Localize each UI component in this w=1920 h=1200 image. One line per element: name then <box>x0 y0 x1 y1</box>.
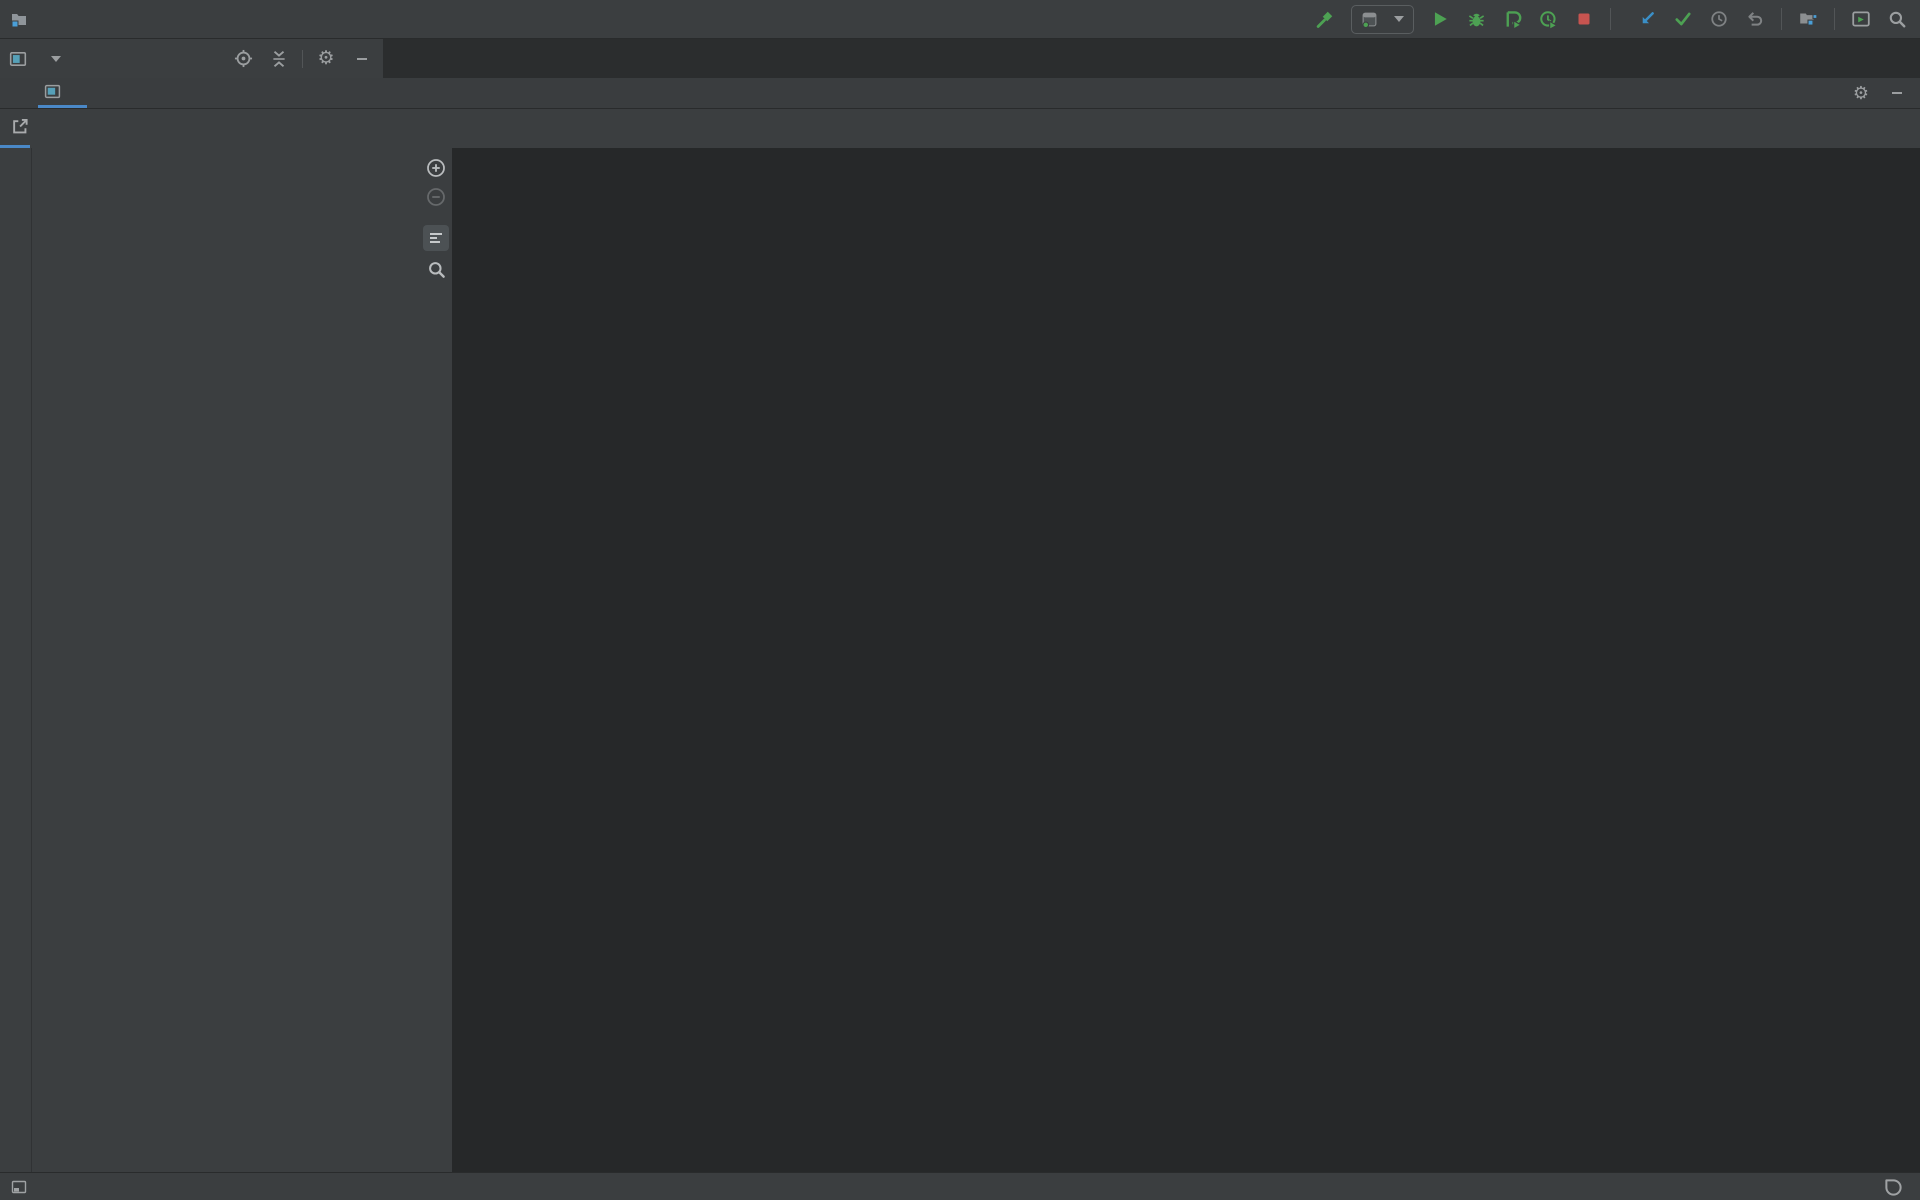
gear-icon[interactable]: ⚙ <box>1848 80 1874 106</box>
sort-by-width-button[interactable] <box>423 225 449 251</box>
editor-tab-strip-empty <box>383 39 1920 78</box>
project-folder-icon <box>6 6 32 32</box>
thread-list[interactable] <box>32 148 420 1172</box>
tab-call-tree[interactable] <box>30 109 60 148</box>
profiler-view-tabs <box>0 109 1920 148</box>
zoom-in-icon[interactable] <box>426 158 446 178</box>
git-rollback-button[interactable] <box>1742 6 1768 32</box>
project-toolwindow-header: ⚙ <box>0 39 384 78</box>
toolbar-separator <box>1834 8 1835 30</box>
profile-button[interactable] <box>1499 6 1525 32</box>
status-bar <box>0 1172 1920 1200</box>
build-hammer-icon[interactable] <box>1312 6 1338 32</box>
search-everywhere-button[interactable] <box>1884 6 1910 32</box>
run-config-selector[interactable] <box>1351 5 1414 34</box>
run-with-coverage-button[interactable] <box>1535 6 1561 32</box>
flame-texture <box>452 148 752 298</box>
flame-graph-toolbar <box>420 148 452 1172</box>
collapse-all-icon[interactable] <box>266 46 292 72</box>
project-structure-button[interactable] <box>1795 6 1821 32</box>
left-rail <box>0 148 32 1172</box>
search-icon[interactable] <box>427 260 446 279</box>
profiler-bar: ⚙ <box>0 78 1920 109</box>
application-window: ⚙ ⚙ <box>0 0 1920 1200</box>
zoom-out-icon[interactable] <box>426 187 446 207</box>
gear-icon[interactable]: ⚙ <box>313 46 339 72</box>
debug-button[interactable] <box>1463 6 1489 32</box>
toolbar-separator <box>1781 8 1782 30</box>
run-config-app-icon <box>1361 11 1378 28</box>
flame-graph[interactable] <box>452 148 1920 1173</box>
git-update-button[interactable] <box>1634 6 1660 32</box>
stop-button[interactable] <box>1571 6 1597 32</box>
git-commit-button[interactable] <box>1670 6 1696 32</box>
profiler-session-tab[interactable] <box>38 78 87 108</box>
chevron-down-icon <box>1394 16 1404 22</box>
session-icon <box>44 83 61 100</box>
tab-method-list[interactable] <box>60 109 90 148</box>
hide-panel-icon[interactable] <box>1884 80 1910 106</box>
run-window-button[interactable] <box>1848 6 1874 32</box>
toolwindow-toggle-icon[interactable] <box>6 1174 32 1200</box>
chevron-down-icon[interactable] <box>51 56 61 62</box>
run-button[interactable] <box>1427 6 1453 32</box>
git-history-button[interactable] <box>1706 6 1732 32</box>
notifications-icon[interactable] <box>1880 1174 1906 1200</box>
toolbar-separator <box>1610 8 1611 30</box>
hide-panel-icon[interactable] <box>349 46 375 72</box>
toolbar-separator <box>302 50 303 68</box>
project-panel-icon[interactable] <box>5 46 31 72</box>
locate-file-icon[interactable] <box>230 46 256 72</box>
open-in-new-window-icon[interactable] <box>10 117 29 136</box>
title-bar <box>0 0 1920 39</box>
